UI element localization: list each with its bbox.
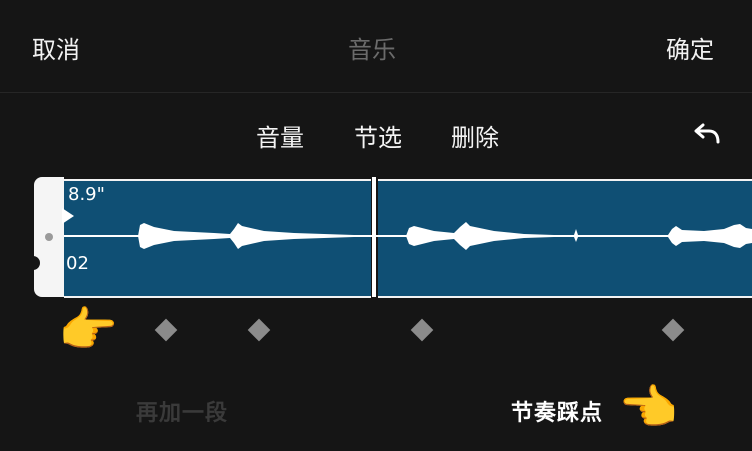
pointing-hand-icon: 👉 (620, 380, 680, 436)
delete-button[interactable]: 删除 (451, 118, 499, 153)
clip-divider[interactable] (372, 177, 376, 297)
pointing-hand-icon: 👉 (58, 302, 118, 358)
trim-select-button[interactable]: 节选 (354, 118, 402, 153)
add-segment-button[interactable]: 再加一段 (136, 395, 228, 427)
handle-dot (45, 233, 53, 241)
clip-timecode: 02 (66, 253, 89, 274)
cancel-button[interactable]: 取消 (32, 30, 80, 65)
page-title: 音乐 (348, 36, 396, 64)
beat-marker[interactable] (247, 318, 271, 342)
volume-button[interactable]: 音量 (256, 118, 304, 153)
beat-sync-button[interactable]: 节奏踩点 (511, 395, 603, 427)
confirm-button[interactable]: 确定 (666, 30, 714, 65)
beat-marker[interactable] (154, 318, 178, 342)
clip-duration: 8.9" (68, 184, 105, 205)
beat-marker[interactable] (410, 318, 434, 342)
undo-icon[interactable] (694, 122, 722, 144)
waveform (64, 222, 752, 250)
beat-marker[interactable] (661, 318, 685, 342)
playhead-arrow-icon (62, 208, 74, 224)
